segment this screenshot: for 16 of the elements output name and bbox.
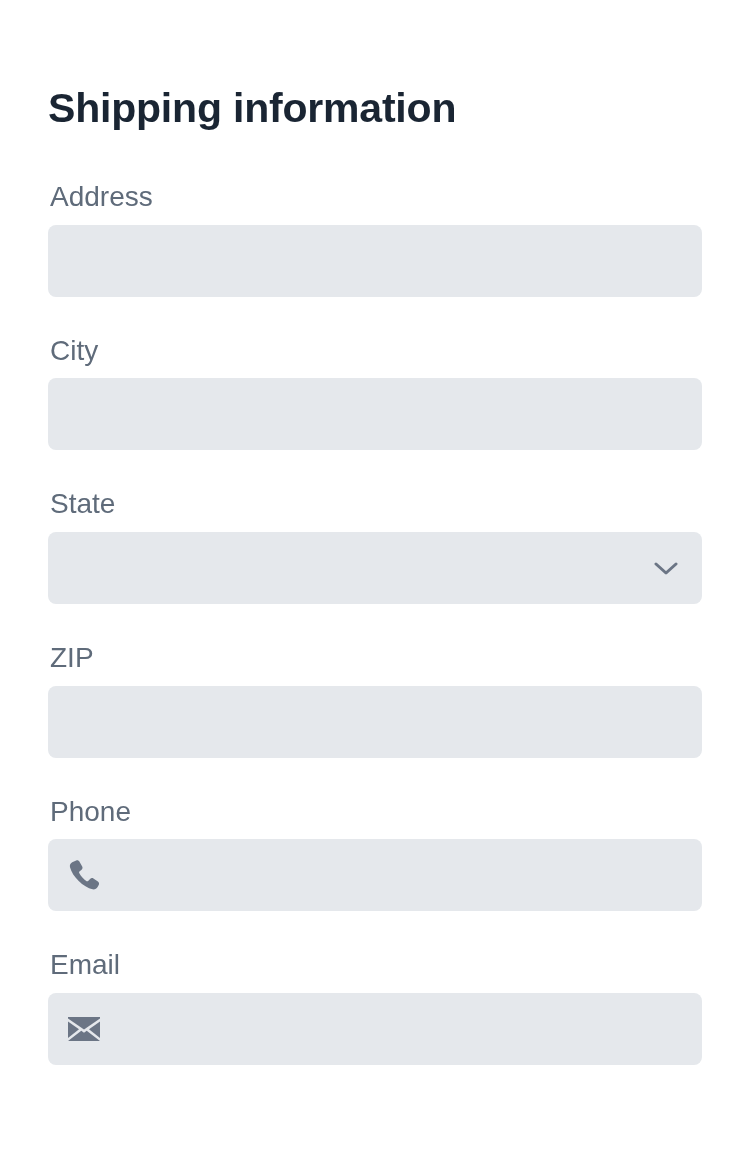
envelope-icon xyxy=(68,1016,100,1041)
input-field[interactable] xyxy=(48,224,702,297)
form-title: Shipping information xyxy=(48,84,458,133)
field-label: Email xyxy=(50,948,121,982)
select-field[interactable] xyxy=(48,531,702,604)
field-label: Address xyxy=(50,180,154,214)
phone-icon xyxy=(68,859,100,892)
email-field[interactable] xyxy=(48,992,702,1065)
input-field[interactable] xyxy=(48,378,702,451)
field-label: Phone xyxy=(50,794,132,829)
field-label: ZIP xyxy=(50,640,95,675)
field-label: City xyxy=(50,333,100,368)
phone-field[interactable] xyxy=(48,839,702,912)
caret-icon xyxy=(654,561,678,575)
field-label: State xyxy=(50,487,117,521)
input-field[interactable] xyxy=(48,685,702,758)
